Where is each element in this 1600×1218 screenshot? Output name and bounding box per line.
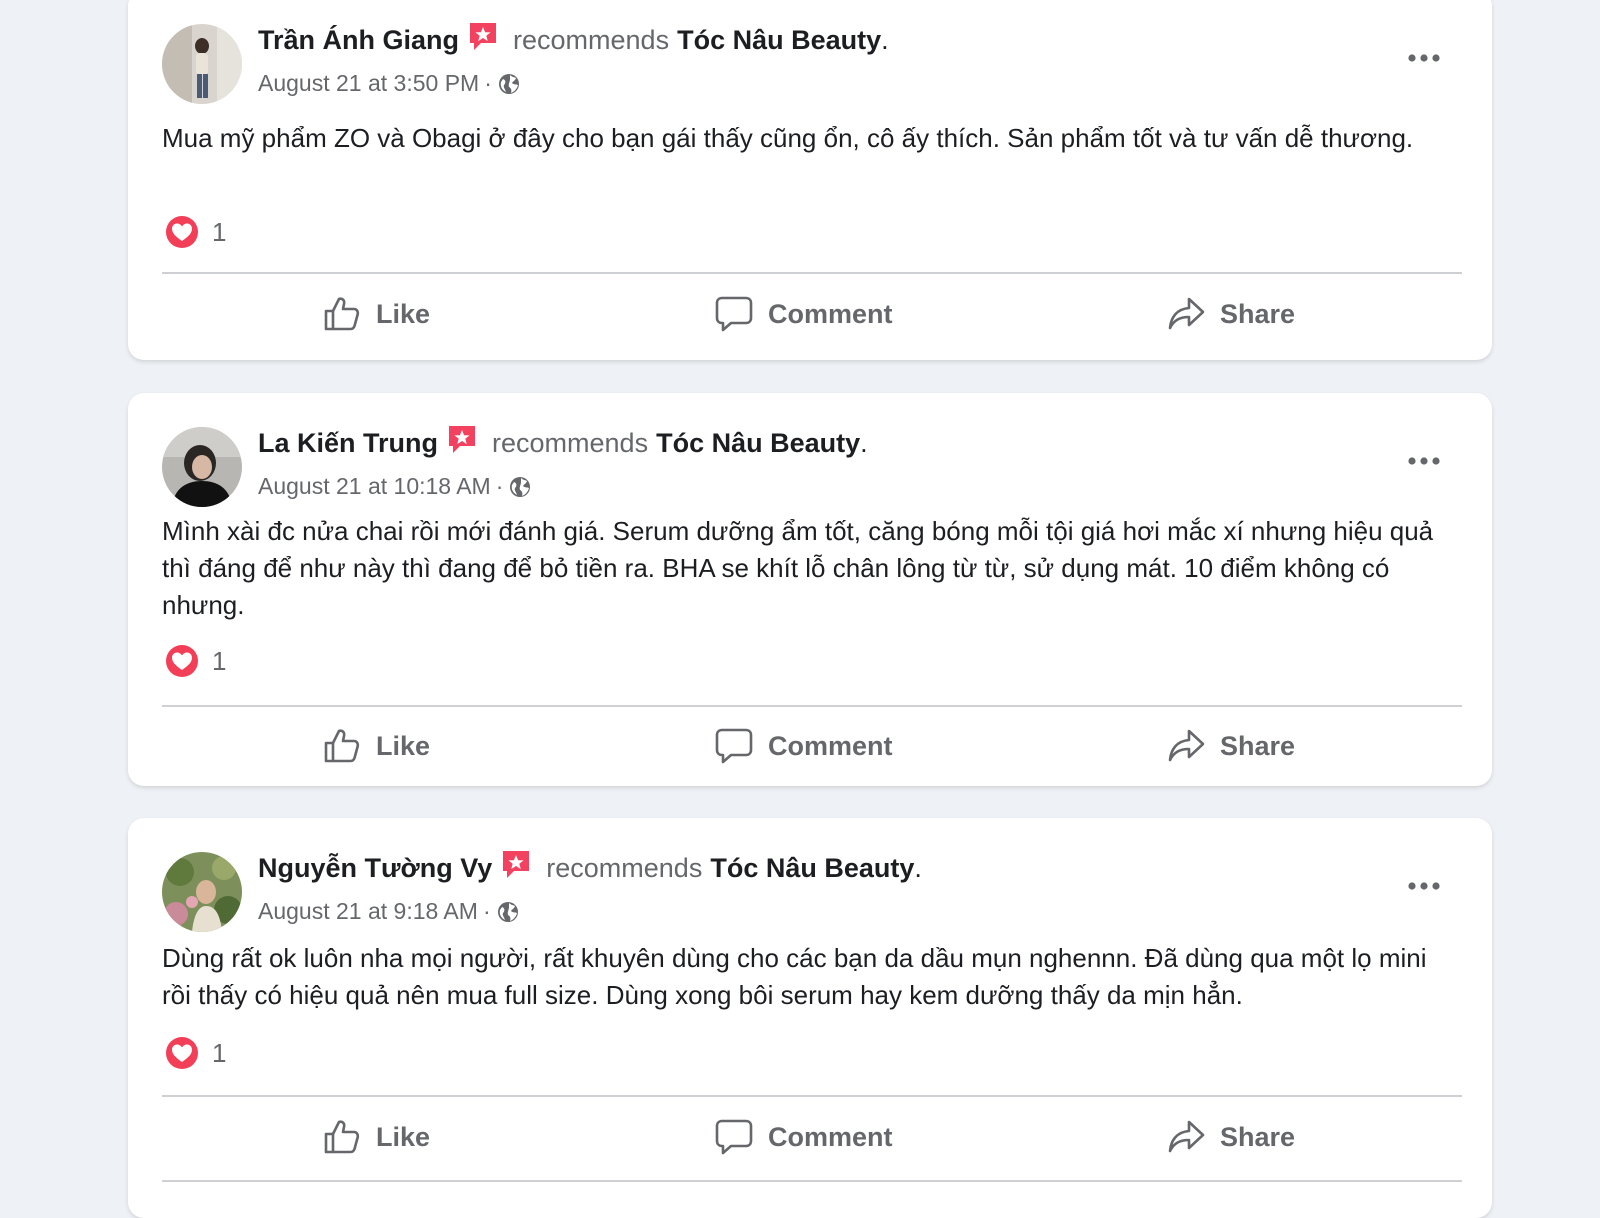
share-arrow-icon — [1168, 1120, 1205, 1153]
avatar[interactable] — [162, 24, 242, 104]
page-name-link[interactable]: Tóc Nâu Beauty — [710, 853, 914, 884]
review-card: Nguyễn Tường Vy recommends Tóc Nâu Beaut… — [128, 818, 1492, 1218]
post-meta: August 21 at 10:18 AM · — [258, 473, 532, 500]
share-label: Share — [1220, 298, 1296, 329]
share-arrow-icon — [1168, 729, 1205, 762]
more-options-icon[interactable] — [1404, 451, 1444, 471]
page-name-link[interactable]: Tóc Nâu Beauty — [656, 428, 860, 459]
divider — [162, 1180, 1462, 1182]
meta-separator: · — [484, 70, 492, 96]
like-button[interactable]: Like — [322, 279, 430, 349]
recommend-star-icon — [500, 848, 532, 880]
like-button[interactable]: Like — [322, 711, 430, 781]
share-button[interactable]: Share — [1166, 279, 1295, 349]
comment-button[interactable]: Comment — [714, 711, 893, 781]
reaction-summary[interactable]: 1 — [162, 641, 226, 681]
page-name-link[interactable]: Tóc Nâu Beauty — [677, 25, 881, 56]
header-period: . — [860, 427, 868, 458]
divider — [162, 705, 1462, 707]
post-timestamp[interactable]: August 21 at 9:18 AM — [258, 898, 478, 925]
post-meta: August 21 at 3:50 PM · — [258, 70, 521, 97]
comment-bubble-icon — [715, 296, 753, 332]
comment-label: Comment — [768, 298, 893, 329]
like-button[interactable]: Like — [322, 1102, 430, 1172]
action-bar: Like Comment Share — [162, 279, 1462, 349]
heart-icon — [164, 214, 200, 250]
heart-icon — [164, 1035, 200, 1071]
comment-bubble-icon — [715, 1119, 753, 1155]
author-name[interactable]: La Kiến Trung — [258, 428, 438, 459]
comment-label: Comment — [768, 730, 893, 761]
header-period: . — [914, 852, 922, 883]
post-header: Nguyễn Tường Vy recommends Tóc Nâu Beaut… — [258, 851, 922, 884]
post-header: Trần Ánh Giang recommends Tóc Nâu Beauty… — [258, 23, 889, 56]
reaction-summary[interactable]: 1 — [162, 1033, 226, 1073]
author-name[interactable]: Nguyễn Tường Vy — [258, 853, 492, 884]
like-label: Like — [376, 1121, 431, 1152]
divider — [162, 272, 1462, 274]
share-button[interactable]: Share — [1166, 711, 1295, 781]
review-text: Mình xài đc nửa chai rồi mới đánh giá. S… — [162, 516, 1434, 620]
review-card: La Kiến Trung recommends Tóc Nâu Beauty.… — [128, 393, 1492, 786]
recommends-label: recommends — [492, 427, 649, 458]
thumbs-up-icon — [324, 297, 360, 331]
meta-separator: · — [495, 473, 504, 499]
reaction-summary[interactable]: 1 — [162, 212, 226, 252]
post-meta: August 21 at 9:18 AM · — [258, 898, 520, 925]
divider — [162, 1095, 1462, 1097]
heart-icon — [164, 643, 200, 679]
more-options-icon[interactable] — [1404, 48, 1444, 68]
recommend-star-icon — [467, 20, 499, 52]
reaction-count: 1 — [212, 216, 227, 247]
avatar[interactable] — [162, 852, 242, 932]
action-bar: Like Comment Share — [162, 711, 1462, 781]
reviews-feed: Trần Ánh Giang recommends Tóc Nâu Beauty… — [0, 0, 1600, 1218]
recommends-label: recommends — [513, 24, 670, 55]
author-name[interactable]: Trần Ánh Giang — [258, 25, 459, 56]
reaction-count: 1 — [212, 645, 227, 676]
recommend-star-icon — [446, 423, 478, 455]
avatar[interactable] — [162, 427, 242, 507]
comment-button[interactable]: Comment — [714, 1102, 893, 1172]
share-button[interactable]: Share — [1166, 1102, 1295, 1172]
post-timestamp[interactable]: August 21 at 3:50 PM — [258, 70, 479, 97]
comment-button[interactable]: Comment — [714, 279, 893, 349]
meta-separator: · — [482, 898, 491, 924]
share-label: Share — [1220, 1121, 1296, 1152]
review-text: Mua mỹ phẩm ZO và Obagi ở đây cho bạn gá… — [162, 123, 1414, 153]
thumbs-up-icon — [324, 729, 360, 763]
globe-icon[interactable] — [496, 900, 520, 924]
like-label: Like — [376, 730, 431, 761]
post-timestamp[interactable]: August 21 at 10:18 AM — [258, 473, 491, 500]
action-bar: Like Comment Share — [162, 1102, 1462, 1172]
review-text: Dùng rất ok luôn nha mọi người, rất khuy… — [162, 943, 1427, 1010]
reaction-count: 1 — [212, 1037, 227, 1068]
globe-icon[interactable] — [497, 72, 521, 96]
recommends-label: recommends — [546, 852, 703, 883]
header-period: . — [881, 24, 889, 55]
comment-bubble-icon — [715, 728, 753, 764]
more-options-icon[interactable] — [1404, 876, 1444, 896]
share-arrow-icon — [1168, 297, 1205, 330]
share-label: Share — [1220, 730, 1296, 761]
thumbs-up-icon — [324, 1120, 360, 1154]
review-card: Trần Ánh Giang recommends Tóc Nâu Beauty… — [128, 0, 1492, 360]
like-label: Like — [376, 298, 431, 329]
post-header: La Kiến Trung recommends Tóc Nâu Beauty. — [258, 426, 868, 459]
comment-label: Comment — [768, 1121, 893, 1152]
globe-icon[interactable] — [508, 475, 532, 499]
